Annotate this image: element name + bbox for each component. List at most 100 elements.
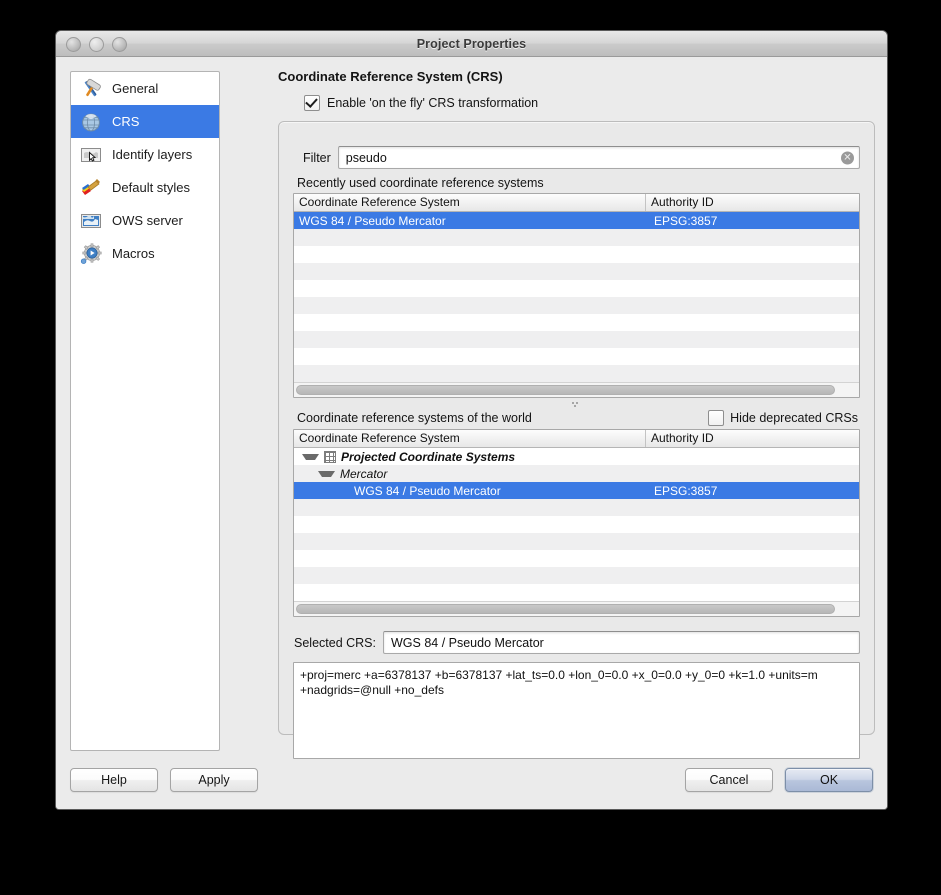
table-row-empty[interactable]: [294, 263, 859, 280]
close-button[interactable]: [66, 37, 81, 52]
table-row-empty[interactable]: [294, 280, 859, 297]
proj-definition-text: +proj=merc +a=6378137 +b=6378137 +lat_ts…: [293, 662, 860, 759]
sidebar-item-ows-server[interactable]: OWS server: [71, 204, 219, 237]
project-properties-window: Project Properties General CRS Identify …: [55, 30, 888, 810]
filter-label: Filter: [303, 150, 331, 165]
group-label: Projected Coordinate Systems: [341, 449, 516, 464]
grip-icon: [572, 401, 581, 407]
cell-authority-id: EPSG:3857: [654, 213, 718, 228]
selected-crs-input[interactable]: [388, 634, 854, 651]
table-row[interactable]: WGS 84 / Pseudo Mercator EPSG:3857: [294, 482, 859, 499]
page-title: Coordinate Reference System (CRS): [278, 69, 503, 84]
selected-crs-row: Selected CRS:: [294, 631, 860, 654]
table-row-empty[interactable]: [294, 584, 859, 601]
filter-row: Filter ✕: [303, 146, 860, 169]
table-row-empty[interactable]: [294, 331, 859, 348]
help-button[interactable]: Help: [70, 768, 158, 792]
sidebar-item-identify-layers[interactable]: Identify layers: [71, 138, 219, 171]
table-row-empty[interactable]: [294, 314, 859, 331]
title-bar: Project Properties: [56, 31, 887, 57]
hide-deprecated-row[interactable]: Hide deprecated CRSs: [708, 410, 858, 426]
world-table-header: Coordinate Reference System Authority ID: [294, 430, 859, 448]
sidebar-item-crs[interactable]: CRS: [71, 105, 219, 138]
sidebar-item-label: OWS server: [112, 213, 183, 228]
world-crs-table[interactable]: Coordinate Reference System Authority ID…: [293, 429, 860, 617]
globe-icon: [79, 110, 103, 134]
sidebar-item-label: General: [112, 81, 159, 96]
column-header-authority[interactable]: Authority ID: [646, 194, 859, 211]
crs-groupbox: Filter ✕ Recently used coordinate refere…: [278, 121, 875, 759]
sidebar-item-label: Default styles: [112, 180, 191, 195]
subgroup-label: Mercator: [340, 466, 388, 481]
cell-authority-id: EPSG:3857: [654, 483, 718, 498]
enable-on-the-fly-checkbox[interactable]: [304, 95, 320, 111]
disclosure-icon[interactable]: [302, 453, 319, 460]
table-splitter-handle[interactable]: [293, 398, 860, 410]
cancel-button[interactable]: Cancel: [685, 768, 773, 792]
table-row-empty[interactable]: [294, 365, 859, 382]
crs-pane: Coordinate Reference System (CRS) Enable…: [226, 69, 875, 759]
world-table-hscrollbar[interactable]: [294, 601, 859, 616]
dialog-footer: Help Apply Cancel OK: [56, 767, 887, 793]
sidebar-item-label: Macros: [112, 246, 155, 261]
column-header-authority[interactable]: Authority ID: [646, 430, 859, 447]
column-header-crs[interactable]: Coordinate Reference System: [294, 194, 646, 211]
recent-crs-table[interactable]: Coordinate Reference System Authority ID…: [293, 193, 860, 398]
zoom-button[interactable]: [112, 37, 127, 52]
disclosure-icon[interactable]: [318, 470, 335, 477]
selected-crs-label: Selected CRS:: [294, 635, 376, 650]
cell-crs-name: Mercator: [294, 467, 646, 481]
recent-table-hscrollbar[interactable]: [294, 382, 859, 397]
recent-section-label: Recently used coordinate reference syste…: [297, 176, 544, 190]
table-row[interactable]: Projected Coordinate Systems: [294, 448, 859, 465]
clear-circle-icon[interactable]: ✕: [841, 151, 854, 164]
world-table-rows: Projected Coordinate Systems Mercator WG…: [294, 448, 859, 601]
cell-crs-name: Projected Coordinate Systems: [294, 450, 646, 464]
table-row-empty[interactable]: [294, 499, 859, 516]
sidebar-item-macros[interactable]: Macros: [71, 237, 219, 270]
scrollbar-thumb[interactable]: [296, 385, 835, 395]
table-row-empty[interactable]: [294, 246, 859, 263]
map-server-icon: [79, 209, 103, 233]
sidebar-item-label: Identify layers: [112, 147, 193, 162]
search-input[interactable]: [343, 149, 854, 166]
hide-deprecated-label: Hide deprecated CRSs: [730, 411, 858, 425]
window-body: General CRS Identify layers Default styl…: [56, 57, 887, 809]
recent-table-header: Coordinate Reference System Authority ID: [294, 194, 859, 212]
apply-button[interactable]: Apply: [170, 768, 258, 792]
recent-table-rows: WGS 84 / Pseudo Mercator EPSG:3857: [294, 212, 859, 382]
table-row-empty[interactable]: [294, 533, 859, 550]
world-section-row: Coordinate reference systems of the worl…: [297, 410, 858, 426]
paintbrush-icon: [79, 176, 103, 200]
enable-on-the-fly-label: Enable 'on the fly' CRS transformation: [327, 96, 539, 110]
map-cursor-icon: [79, 143, 103, 167]
grid-icon: [324, 450, 336, 463]
hammer-wrench-icon: [79, 77, 103, 101]
filter-field[interactable]: ✕: [337, 146, 860, 169]
table-row-empty[interactable]: [294, 516, 859, 533]
sidebar-item-general[interactable]: General: [71, 72, 219, 105]
minimize-button[interactable]: [89, 37, 104, 52]
hide-deprecated-checkbox[interactable]: [708, 410, 725, 426]
table-row-empty[interactable]: [294, 348, 859, 365]
world-section-label: Coordinate reference systems of the worl…: [297, 411, 532, 425]
window-controls: [66, 37, 127, 52]
table-row-empty[interactable]: [294, 297, 859, 314]
scrollbar-thumb[interactable]: [296, 604, 835, 614]
sidebar-item-default-styles[interactable]: Default styles: [71, 171, 219, 204]
enable-on-the-fly-row[interactable]: Enable 'on the fly' CRS transformation: [304, 95, 875, 111]
window-title: Project Properties: [416, 36, 527, 51]
ok-button[interactable]: OK: [785, 768, 873, 792]
settings-sidebar: General CRS Identify layers Default styl…: [70, 71, 220, 751]
table-row-empty[interactable]: [294, 567, 859, 584]
selected-crs-field[interactable]: [382, 631, 860, 654]
cell-crs-name: WGS 84 / Pseudo Mercator: [354, 483, 501, 498]
sidebar-item-label: CRS: [112, 114, 140, 129]
table-row-empty[interactable]: [294, 229, 859, 246]
table-row[interactable]: Mercator: [294, 465, 859, 482]
cell-crs-name: WGS 84 / Pseudo Mercator: [299, 213, 446, 228]
table-row-empty[interactable]: [294, 550, 859, 567]
gear-play-icon: [79, 242, 103, 266]
table-row[interactable]: WGS 84 / Pseudo Mercator EPSG:3857: [294, 212, 859, 229]
column-header-crs[interactable]: Coordinate Reference System: [294, 430, 646, 447]
